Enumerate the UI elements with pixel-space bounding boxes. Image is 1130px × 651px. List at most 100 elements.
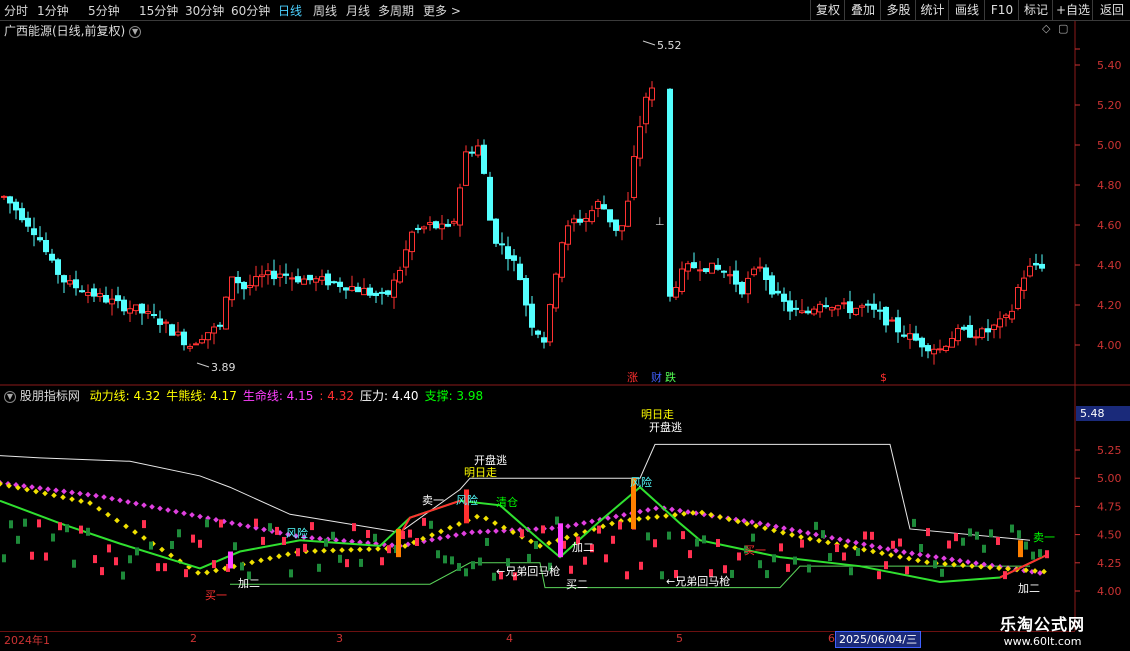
indicator-bar xyxy=(429,520,433,529)
period-tab-5min[interactable]: 5分钟 xyxy=(88,2,120,19)
life-line-dot xyxy=(149,503,155,510)
indicator-bar xyxy=(765,570,769,579)
indicator-bar xyxy=(149,541,153,550)
period-tab-15min[interactable]: 15分钟 xyxy=(139,2,178,19)
life-line-dot xyxy=(461,530,467,537)
indicator-bar xyxy=(660,571,664,580)
candle-up xyxy=(589,210,595,223)
indicator-bar xyxy=(464,568,468,577)
candle-down xyxy=(511,255,517,261)
bull-bear-dot xyxy=(564,534,570,541)
mark-button[interactable]: 标记 xyxy=(1018,0,1053,20)
candle-up xyxy=(127,308,133,314)
indicator-bar xyxy=(338,554,342,563)
candle-up xyxy=(199,339,205,344)
indicator-line-1: 牛熊线: 4.17 xyxy=(166,389,237,403)
draw-line-button[interactable]: 画线 xyxy=(948,0,985,20)
indicator-bar xyxy=(856,547,860,556)
candle-down xyxy=(877,309,883,312)
indicator-bar xyxy=(317,563,321,572)
candle-up xyxy=(463,151,469,186)
indicator-bar xyxy=(1010,524,1014,533)
candle-down xyxy=(445,223,451,227)
bull-bear-dot xyxy=(807,536,813,542)
price-tick-label: 4.40 xyxy=(1097,259,1122,272)
candle-up xyxy=(949,337,955,348)
period-tab-30min[interactable]: 30分钟 xyxy=(185,2,224,19)
indicator-bar xyxy=(107,544,111,553)
signal-bar xyxy=(558,523,563,558)
indicator-bar xyxy=(933,560,937,569)
candle-up xyxy=(211,326,217,334)
indicator-bar xyxy=(597,525,601,534)
candle-down xyxy=(25,217,31,227)
back-button[interactable]: 返回 xyxy=(1092,0,1130,20)
candle-up xyxy=(1021,277,1027,291)
period-tab-fenshi[interactable]: 分时 xyxy=(4,2,28,19)
indicator-bar xyxy=(23,518,27,527)
candle-down xyxy=(433,221,439,229)
candle-up xyxy=(673,286,679,298)
kline-chart[interactable]: 5.40 5.20 5.00 4.80 4.60 4.40 4.20 4.00 5.52 3.89… xyxy=(0,21,1130,386)
candle-down xyxy=(925,345,931,352)
split-marker: ⊥ xyxy=(655,215,665,228)
candle-down xyxy=(493,218,499,244)
indicator-bar xyxy=(688,550,692,559)
indicator-bar xyxy=(786,563,790,572)
candle-up xyxy=(937,348,943,351)
life-line-dot xyxy=(117,497,123,504)
bull-bear-dot xyxy=(789,532,795,538)
chevron-down-icon[interactable]: ▼ xyxy=(129,25,142,38)
multi-stock-button[interactable]: 多股 xyxy=(880,0,916,20)
period-tab-1min[interactable]: 1分钟 xyxy=(37,2,69,19)
candle-up xyxy=(163,321,169,324)
candle-up xyxy=(811,308,817,315)
indicator-bar xyxy=(408,529,412,538)
close-icon[interactable]: ▼ xyxy=(4,390,16,403)
indicator-bar xyxy=(618,521,622,530)
expand-icon[interactable]: ▢ xyxy=(1058,22,1068,35)
indicator-bar xyxy=(954,533,958,542)
indicator-bar xyxy=(275,526,279,535)
period-tab-weekly[interactable]: 周线 xyxy=(313,2,337,19)
period-tab-daily[interactable]: 日线 xyxy=(278,2,302,19)
indicator-bar xyxy=(205,519,209,528)
period-tab-monthly[interactable]: 月线 xyxy=(346,2,370,19)
period-tab-multi[interactable]: 多周期 xyxy=(378,2,414,19)
life-line-dot xyxy=(861,541,867,548)
bull-bear-dot xyxy=(645,515,651,521)
indicator-bar xyxy=(569,565,573,574)
period-tab-60min[interactable]: 60分钟 xyxy=(231,2,270,19)
life-line-dot xyxy=(101,494,107,500)
indicator-bar xyxy=(261,536,265,545)
indicator-bar xyxy=(625,571,629,580)
indicator-bar xyxy=(51,533,55,542)
indicator-tick-label: 4.25 xyxy=(1097,557,1122,570)
life-line-dot xyxy=(885,546,891,552)
candle-up xyxy=(757,266,763,269)
indicator-bar xyxy=(128,555,132,564)
life-line-dot xyxy=(37,485,43,491)
life-line-dot xyxy=(925,552,931,559)
indicator-bar xyxy=(940,568,944,577)
indicator-chart[interactable]: 5.255.004.754.504.254.005.48买一加二风险卖一 风险明日… xyxy=(0,386,1130,631)
life-line-dot xyxy=(229,520,235,526)
fuquan-button[interactable]: 复权 xyxy=(810,0,845,20)
indicator-bar xyxy=(821,530,825,539)
signal-label: ←兄弟回马枪 xyxy=(496,564,560,578)
period-tab-more[interactable]: 更多 > xyxy=(423,2,461,19)
candle-up xyxy=(133,304,139,312)
candle-up xyxy=(991,324,997,330)
indicator-bar xyxy=(485,537,489,546)
indicator-bar xyxy=(758,560,762,569)
indicator-bar xyxy=(114,557,118,566)
add-watchlist-button[interactable]: +自选 xyxy=(1052,0,1093,20)
indicator-line-3: : 4.32 xyxy=(319,389,354,403)
f10-button[interactable]: F10 xyxy=(984,0,1019,20)
candle-up xyxy=(265,270,271,276)
indicator-bar xyxy=(926,528,930,537)
overlay-button[interactable]: 叠加 xyxy=(844,0,881,20)
diamond-icon[interactable]: ◇ xyxy=(1042,22,1050,35)
statistics-button[interactable]: 统计 xyxy=(915,0,949,20)
candle-down xyxy=(73,279,79,289)
